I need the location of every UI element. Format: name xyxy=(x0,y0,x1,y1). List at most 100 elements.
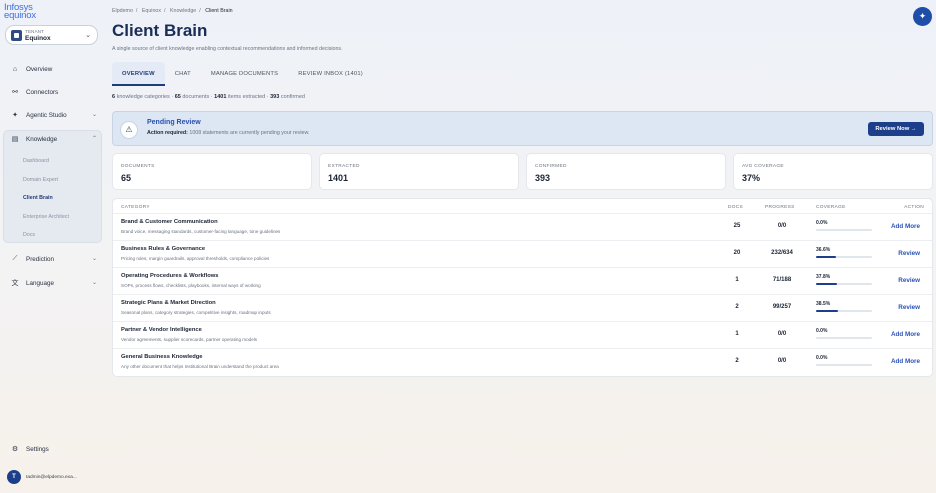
table-row: Operating Procedures & Workflows SOPs, p… xyxy=(113,267,932,294)
add-more-link[interactable]: Add More xyxy=(891,358,920,365)
assistant-sparkle-button[interactable]: ✦ xyxy=(913,7,932,26)
summary-items: 1401 xyxy=(214,94,227,100)
sidebar-item-label: Connectors xyxy=(26,88,59,96)
docs-count: 20 xyxy=(733,250,741,256)
review-link[interactable]: Review xyxy=(898,250,920,257)
sidebar-item-prediction[interactable]: ⟋ Prediction ⌄ xyxy=(3,252,101,266)
category-name: Operating Procedures & Workflows xyxy=(121,273,219,279)
sidebar-subitem-domain-expert[interactable]: Domain Expert xyxy=(23,177,58,183)
coverage-percent: 0.0% xyxy=(816,220,828,226)
category-description: SOPs, process flows, checklists, playboo… xyxy=(121,283,261,288)
sidebar-item-connectors[interactable]: ⚯ Connectors xyxy=(3,85,101,99)
app-logo[interactable]: Infosys equinox xyxy=(4,3,36,21)
stat-label: AVG COVERAGE xyxy=(742,164,784,169)
tab-review-inbox[interactable]: REVIEW INBOX (1401) xyxy=(288,62,373,86)
sidebar-item-overview[interactable]: ⌂ Overview xyxy=(3,62,101,76)
category-description: Seasonal plans, category strategies, com… xyxy=(121,310,271,315)
tab-overview[interactable]: OVERVIEW xyxy=(112,62,165,86)
column-header-category: CATEGORY xyxy=(121,205,150,210)
user-email: tadmin@elpdemo.exa... xyxy=(26,474,77,480)
breadcrumb-item[interactable]: Knowledge xyxy=(170,8,196,14)
user-profile[interactable]: T tadmin@elpdemo.exa... xyxy=(7,470,77,484)
sidebar-item-label: Agentic Studio xyxy=(26,111,67,119)
summary-confirmed: 393 xyxy=(270,94,280,100)
docs-count: 1 xyxy=(735,331,739,337)
breadcrumb-current: Client Brain xyxy=(205,8,233,14)
coverage-percent: 36.6% xyxy=(816,247,831,253)
review-link[interactable]: Review xyxy=(898,277,920,284)
table-row: General Business Knowledge Any other doc… xyxy=(113,348,932,375)
breadcrumb-item[interactable]: Elpdemo xyxy=(112,8,133,14)
docs-count: 2 xyxy=(735,358,739,364)
tenant-selector[interactable]: TENANT Equinox ⌄ xyxy=(5,25,98,45)
coverage-bar-fill xyxy=(816,256,837,258)
warning-icon: ⚠ xyxy=(120,121,138,139)
summary-text: confirmed xyxy=(279,94,305,100)
category-description: Pricing rules, margin guardrails, approv… xyxy=(121,256,270,261)
tenant-value: Equinox xyxy=(25,35,51,42)
sidebar-item-label: Knowledge xyxy=(26,135,58,143)
chevron-down-icon: ⌄ xyxy=(91,256,97,262)
page-subtitle: A single source of client knowledge enab… xyxy=(112,46,343,52)
category-table: CATEGORY DOCS PROGRESS COVERAGE ACTION B… xyxy=(112,198,933,377)
summary-text: knowledge categories · xyxy=(115,94,175,100)
progress-value: 0/0 xyxy=(777,331,787,337)
category-description: Any other document that helps Institutio… xyxy=(121,364,279,369)
sidebar-subitem-docs[interactable]: Docs xyxy=(23,232,35,238)
progress-value: 0/0 xyxy=(777,358,787,364)
stat-label: DOCUMENTS xyxy=(121,164,155,169)
alert-text: Action required: 1008 statements are cur… xyxy=(147,130,310,136)
sidebar-item-settings[interactable]: ⚙ Settings xyxy=(3,442,101,456)
sidebar-item-label: Overview xyxy=(26,65,53,73)
pending-review-alert: ⚠ Pending Review Action required: 1008 s… xyxy=(112,111,933,146)
add-more-link[interactable]: Add More xyxy=(891,223,920,230)
progress-value: 71/188 xyxy=(772,277,792,283)
column-header-action: ACTION xyxy=(904,205,924,210)
add-more-link[interactable]: Add More xyxy=(891,331,920,338)
logo-line-2: equinox xyxy=(4,10,36,21)
sidebar-subitem-client-brain[interactable]: Client Brain xyxy=(23,195,53,201)
review-link[interactable]: Review xyxy=(898,304,920,311)
sidebar-item-knowledge[interactable]: ▤ Knowledge ⌃ xyxy=(3,132,101,146)
coverage-bar-fill xyxy=(816,310,838,312)
stat-card-confirmed: CONFIRMED 393 xyxy=(526,153,726,190)
sidebar-item-label: Settings xyxy=(26,445,49,453)
coverage-percent: 37.8% xyxy=(816,274,831,280)
tab-chat[interactable]: CHAT xyxy=(165,62,201,86)
progress-value: 232/634 xyxy=(771,250,793,256)
stat-card-avg-coverage: AVG COVERAGE 37% xyxy=(733,153,933,190)
coverage-bar xyxy=(816,229,872,231)
stat-label: EXTRACTED xyxy=(328,164,360,169)
coverage-percent: 0.0% xyxy=(816,355,828,361)
column-header-coverage: COVERAGE xyxy=(816,205,846,210)
alert-message: 1008 statements are currently pending yo… xyxy=(187,130,310,136)
chevron-down-icon: ⌄ xyxy=(85,32,91,39)
chevron-down-icon: ⌄ xyxy=(91,112,97,118)
sidebar-item-label: Language xyxy=(26,279,55,287)
coverage-percent: 38.5% xyxy=(816,301,831,307)
table-row: Brand & Customer Communication Brand voi… xyxy=(113,213,932,240)
sidebar-subitem-dashboard[interactable]: Dashboard xyxy=(23,158,49,164)
alert-title: Pending Review xyxy=(147,119,201,126)
sidebar-item-agentic-studio[interactable]: ✦ Agentic Studio ⌄ xyxy=(3,108,101,122)
column-header-docs: DOCS xyxy=(728,205,744,210)
stat-value: 37% xyxy=(742,173,761,183)
home-icon: ⌂ xyxy=(12,65,18,73)
avatar: T xyxy=(7,470,21,484)
breadcrumb-item[interactable]: Equinox xyxy=(142,8,161,14)
coverage-bar xyxy=(816,337,872,339)
sidebar-item-language[interactable]: 文 Language ⌄ xyxy=(3,276,101,290)
tab-bar: OVERVIEW CHAT MANAGE DOCUMENTS REVIEW IN… xyxy=(112,62,373,86)
tab-manage-documents[interactable]: MANAGE DOCUMENTS xyxy=(201,62,288,86)
summary-text: documents · xyxy=(180,94,215,100)
summary-text: items extracted · xyxy=(226,94,271,100)
category-name: Brand & Customer Communication xyxy=(121,219,218,225)
alert-bold: Action required: xyxy=(147,130,188,136)
coverage-bar xyxy=(816,256,872,258)
review-now-button[interactable]: Review Now → xyxy=(868,122,924,136)
docs-count: 2 xyxy=(735,304,739,310)
plug-icon: ⚯ xyxy=(12,89,18,96)
progress-value: 0/0 xyxy=(777,223,787,229)
page-title: Client Brain xyxy=(112,21,208,40)
sidebar-subitem-enterprise-architect[interactable]: Enterprise Architect xyxy=(23,214,69,220)
